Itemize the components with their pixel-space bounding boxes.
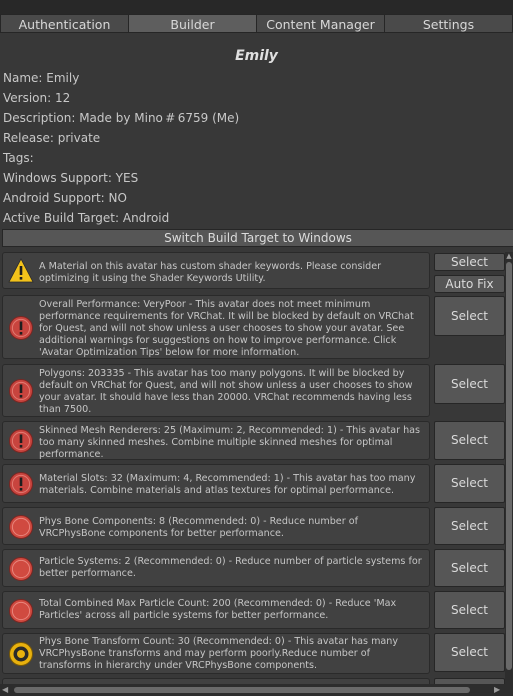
avatar-title: Emily [235, 48, 278, 64]
validation-item: Phys Bone Components: 8 (Recommended: 0)… [2, 507, 430, 545]
avatar-name: Name: Emily [3, 71, 80, 85]
vertical-scroll-thumb[interactable] [506, 262, 512, 670]
validation-item: Overall Performance: VeryPoor - This ava… [2, 295, 430, 359]
active-build-target: Active Build Target: Android [3, 211, 170, 225]
horizontal-scroll-thumb[interactable] [14, 687, 470, 693]
validation-item: Phys Bone Transform Count: 30 (Recommend… [2, 633, 430, 674]
top-strip [0, 0, 513, 14]
very-poor-rating-icon [8, 315, 34, 341]
validation-message: Phys Bone Transform Count: 30 (Recommend… [39, 636, 399, 671]
very-poor-rating-icon [8, 428, 34, 454]
validation-item: Skinned Mesh Renderers: 25 (Maximum: 2, … [2, 421, 430, 460]
avatar-release: Release: private [3, 131, 101, 145]
horizontal-scrollbar[interactable]: ◀ ▶ [0, 684, 513, 696]
validation-message: Material Slots: 32 (Maximum: 4, Recommen… [39, 473, 416, 496]
main-tabs: Authentication Builder Content Manager S… [0, 14, 513, 34]
select-button[interactable]: Select [434, 464, 505, 503]
validation-message: Polygons: 203335 - This avatar has too m… [39, 368, 413, 415]
scroll-left-arrow-icon[interactable]: ◀ [2, 684, 8, 696]
tab-authentication[interactable]: Authentication [0, 14, 129, 33]
poor-rating-icon [8, 598, 34, 624]
very-poor-rating-icon [8, 378, 34, 404]
validation-item: A Material on this avatar has custom sha… [2, 252, 430, 289]
vertical-scrollbar[interactable]: ▲ [505, 252, 513, 684]
select-button[interactable]: Select [434, 633, 505, 672]
validation-message: Skinned Mesh Renderers: 25 (Maximum: 2, … [39, 425, 421, 460]
validation-message: Overall Performance: VeryPoor - This ava… [39, 299, 414, 358]
poor-rating-icon [8, 556, 34, 582]
validation-item: Particle Systems: 2 (Recommended: 0) - R… [2, 549, 430, 587]
very-poor-rating-icon [8, 471, 34, 497]
select-button[interactable]: Select [434, 364, 505, 404]
avatar-description: Description: Made by Mino # 6759 (Me) [3, 111, 240, 125]
poor-rating-icon [8, 514, 34, 540]
avatar-tags: Tags: [3, 151, 34, 165]
validation-item: Total Combined Max Particle Count: 200 (… [2, 591, 430, 629]
tab-settings[interactable]: Settings [385, 14, 513, 33]
validation-message: A Material on this avatar has custom sha… [39, 261, 382, 284]
windows-support: Windows Support: YES [3, 171, 139, 185]
tab-builder[interactable]: Builder [129, 14, 257, 33]
validation-message: Total Combined Max Particle Count: 200 (… [39, 598, 397, 621]
validation-item: Polygons: 203335 - This avatar has too m… [2, 364, 430, 417]
avatar-version: Version: 12 [3, 91, 71, 105]
switch-build-target-button[interactable]: Switch Build Target to Windows [2, 229, 513, 247]
validation-list: A Material on this avatar has custom sha… [0, 251, 505, 684]
android-support: Android Support: NO [3, 191, 127, 205]
select-button[interactable]: Select [434, 296, 505, 336]
validation-item: Material Slots: 32 (Maximum: 4, Recommen… [2, 464, 430, 503]
validation-message: Particle Systems: 2 (Recommended: 0) - R… [39, 556, 422, 579]
tab-content-manager[interactable]: Content Manager [257, 14, 385, 33]
select-button[interactable]: Select [434, 253, 505, 271]
medium-rating-icon [8, 641, 34, 667]
warning-triangle-icon [8, 258, 34, 284]
scroll-right-arrow-icon[interactable]: ▶ [494, 684, 500, 696]
select-button[interactable]: Select [434, 507, 505, 545]
auto-fix-button[interactable]: Auto Fix [434, 275, 505, 293]
select-button[interactable]: Select [434, 591, 505, 629]
select-button[interactable]: Select [434, 549, 505, 587]
select-button[interactable]: Select [434, 421, 505, 460]
scroll-up-arrow-icon[interactable]: ▲ [505, 252, 513, 260]
validation-message: Phys Bone Components: 8 (Recommended: 0)… [39, 516, 358, 539]
